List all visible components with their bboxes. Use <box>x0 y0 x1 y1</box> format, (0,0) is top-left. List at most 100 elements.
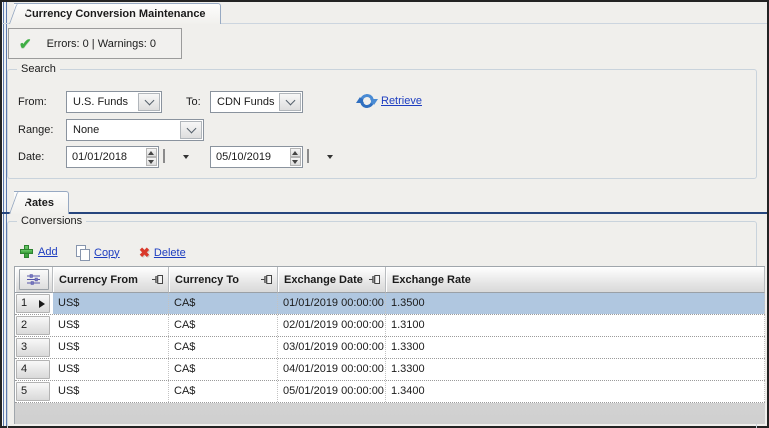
copy-pages-icon <box>76 245 90 260</box>
success-check-icon: ✔ <box>19 35 32 53</box>
errors-warnings-text: Errors: 0 | Warnings: 0 <box>47 38 156 50</box>
pin-column-icon[interactable] <box>152 274 163 285</box>
cell-currency-to[interactable]: CA$ <box>169 381 278 402</box>
cell-exchange-date[interactable]: 01/01/2019 00:00:00 <box>278 293 386 314</box>
row-number: 5 <box>21 386 27 397</box>
triangle-up-icon <box>292 151 298 155</box>
conversions-grid: Currency From Currency To Exchange Date <box>14 266 765 424</box>
calendar-icon <box>163 149 165 163</box>
copy-link-text[interactable]: Copy <box>94 247 120 259</box>
to-label: To: <box>186 95 201 109</box>
date-to-dropdown-arrow-icon[interactable] <box>327 155 333 159</box>
from-dropdown[interactable]: U.S. Funds <box>66 91 162 113</box>
tab-label: Rates <box>24 197 54 209</box>
row-selector-button[interactable]: 3 <box>16 338 50 357</box>
add-button[interactable]: Add <box>20 245 58 259</box>
column-header[interactable]: Currency To <box>169 267 278 293</box>
cell-currency-from[interactable]: US$ <box>53 293 169 314</box>
date-label: Date: <box>18 150 44 164</box>
grid-corner-cell <box>15 267 53 293</box>
row-number: 3 <box>21 342 27 353</box>
cell-exchange-date[interactable]: 03/01/2019 00:00:00 <box>278 337 386 358</box>
delete-link-text[interactable]: Delete <box>154 247 186 259</box>
spin-down-button[interactable] <box>146 157 157 166</box>
spin-down-button[interactable] <box>290 157 301 166</box>
cell-exchange-rate[interactable]: 1.3300 <box>386 359 765 380</box>
cell-exchange-date[interactable]: 04/01/2019 00:00:00 <box>278 359 386 380</box>
cell-exchange-rate[interactable]: 1.3400 <box>386 381 765 402</box>
date-from-dropdown-arrow-icon[interactable] <box>183 155 189 159</box>
table-row[interactable]: 2 US$ CA$ 02/01/2019 00:00:00 1.3100 <box>15 315 765 337</box>
range-label: Range: <box>18 123 53 137</box>
row-selector-button[interactable]: 4 <box>16 360 50 379</box>
date-from-spinner <box>146 147 158 167</box>
status-bar: ✔ Errors: 0 | Warnings: 0 <box>8 28 182 59</box>
from-label: From: <box>18 95 47 109</box>
to-dropdown-button[interactable] <box>279 93 301 111</box>
search-group-title: Search <box>17 62 60 76</box>
column-header-label: Exchange Date <box>278 274 363 286</box>
row-number: 1 <box>21 298 27 309</box>
tab-currency-conversion-maintenance[interactable]: Currency Conversion Maintenance <box>14 3 221 24</box>
date-from-value[interactable]: 01/01/2018 <box>67 147 146 167</box>
refresh-icon <box>357 91 377 111</box>
range-dropdown[interactable]: None <box>66 119 204 141</box>
column-header-label: Exchange Rate <box>386 274 471 286</box>
cell-exchange-rate[interactable]: 1.3300 <box>386 337 765 358</box>
range-dropdown-button[interactable] <box>180 121 202 139</box>
from-dropdown-button[interactable] <box>138 93 160 111</box>
add-link-text[interactable]: Add <box>38 246 58 258</box>
cell-currency-to[interactable]: CA$ <box>169 359 278 380</box>
cell-currency-from[interactable]: US$ <box>53 359 169 380</box>
app-window: Currency Conversion Maintenance ✔ Errors… <box>0 0 769 428</box>
date-to-value[interactable]: 05/10/2019 <box>211 147 290 167</box>
table-row[interactable]: 1 US$ CA$ 01/01/2019 00:00:00 1.3500 <box>15 293 765 315</box>
tab-label: Currency Conversion Maintenance <box>24 8 206 20</box>
conversions-group-title: Conversions <box>17 214 86 228</box>
to-dropdown[interactable]: CDN Funds - 1 <box>210 91 303 113</box>
column-header[interactable]: Exchange Rate <box>386 267 765 293</box>
retrieve-link-text[interactable]: Retrieve <box>381 95 422 107</box>
date-from-field[interactable]: 01/01/2018 <box>66 146 159 168</box>
delete-x-icon: ✖ <box>139 245 150 261</box>
row-selector-button[interactable]: 5 <box>16 382 50 401</box>
tab-rates[interactable]: Rates <box>14 191 69 214</box>
cell-currency-to[interactable]: CA$ <box>169 337 278 358</box>
retrieve-link[interactable]: Retrieve <box>357 91 422 111</box>
column-chooser-button[interactable] <box>19 269 49 290</box>
cell-currency-to[interactable]: CA$ <box>169 293 278 314</box>
cell-currency-from[interactable]: US$ <box>53 315 169 336</box>
spin-up-button[interactable] <box>146 148 157 157</box>
chevron-down-icon <box>285 96 295 106</box>
date-to-calendar-button[interactable] <box>307 150 324 166</box>
chevron-down-icon <box>186 124 196 134</box>
rates-tab-underline <box>2 212 767 214</box>
cell-exchange-date[interactable]: 02/01/2019 00:00:00 <box>278 315 386 336</box>
column-header[interactable]: Currency From <box>53 267 169 293</box>
table-row[interactable]: 3 US$ CA$ 03/01/2019 00:00:00 1.3300 <box>15 337 765 359</box>
table-row[interactable]: 4 US$ CA$ 04/01/2019 00:00:00 1.3300 <box>15 359 765 381</box>
triangle-down-icon <box>292 160 298 164</box>
table-row[interactable]: 5 US$ CA$ 05/01/2019 00:00:00 1.3400 <box>15 381 765 403</box>
row-selector-button[interactable]: 2 <box>16 316 50 335</box>
pin-column-icon[interactable] <box>261 274 272 285</box>
row-number: 2 <box>21 320 27 331</box>
chevron-down-icon <box>144 96 154 106</box>
date-from-calendar-button[interactable] <box>163 150 180 166</box>
from-dropdown-value: U.S. Funds <box>67 92 137 112</box>
column-header[interactable]: Exchange Date <box>278 267 386 293</box>
active-row-arrow-icon <box>39 300 45 308</box>
grid-header-row: Currency From Currency To Exchange Date <box>15 267 765 293</box>
cell-exchange-rate[interactable]: 1.3100 <box>386 315 765 336</box>
date-to-field[interactable]: 05/10/2019 <box>210 146 303 168</box>
cell-currency-to[interactable]: CA$ <box>169 315 278 336</box>
cell-currency-from[interactable]: US$ <box>53 337 169 358</box>
cell-exchange-rate[interactable]: 1.3500 <box>386 293 765 314</box>
delete-button[interactable]: ✖ Delete <box>139 245 186 261</box>
row-selector-button[interactable]: 1 <box>16 294 50 313</box>
pin-column-icon[interactable] <box>369 274 380 285</box>
copy-button[interactable]: Copy <box>76 245 120 260</box>
cell-currency-from[interactable]: US$ <box>53 381 169 402</box>
cell-exchange-date[interactable]: 05/01/2019 00:00:00 <box>278 381 386 402</box>
spin-up-button[interactable] <box>290 148 301 157</box>
